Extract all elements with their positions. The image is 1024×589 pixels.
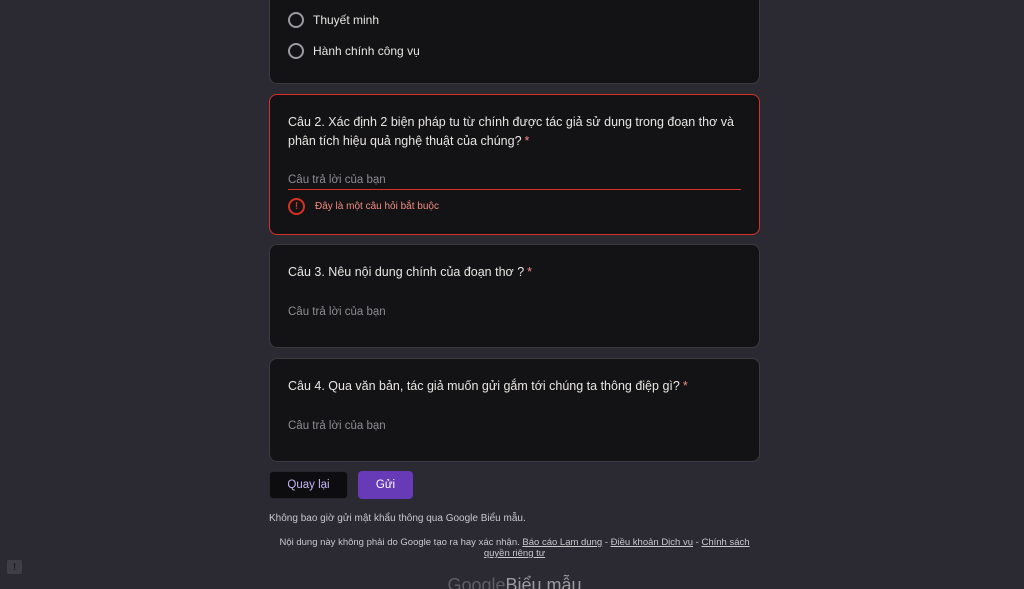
submit-button[interactable]: Gửi [358,471,413,499]
disclaimer-text: Nội dung này không phải do Google tạo ra… [279,537,520,548]
radio-label: Hành chính công vụ [313,44,420,58]
google-forms-logo[interactable]: GoogleBiểu mẫu [269,574,760,589]
error-text: Đây là một câu hỏi bắt buộc [315,201,439,212]
answer-input[interactable]: Câu trả lời của bạn [288,306,741,321]
required-asterisk: * [682,379,688,393]
error-icon: ! [288,198,305,215]
question-card-1: Thuyết minh Hành chính công vụ [269,0,760,84]
question-title: Câu 4. Qua văn bản, tác giả muốn gửi gắm… [288,377,741,396]
terms-link[interactable]: Điều khoản Dịch vụ [611,537,693,548]
logo-google: Google [447,575,506,589]
footer-disclaimer: Nội dung này không phải do Google tạo ra… [269,537,760,559]
radio-label: Thuyết minh [313,13,380,27]
question-title: Câu 3. Nêu nội dung chính của đoạn thơ ?… [288,263,741,282]
question-title: Câu 2. Xác định 2 biện pháp tu từ chính … [288,113,741,151]
separator: - [604,537,608,548]
report-feedback-icon[interactable]: ! [7,560,22,574]
radio-option-hanh-chinh-cong-vu[interactable]: Hành chính công vụ [288,43,420,59]
radio-circle-icon[interactable] [288,43,304,59]
question-card-4: Câu 4. Qua văn bản, tác giả muốn gửi gắm… [269,358,760,462]
radio-circle-icon[interactable] [288,12,304,28]
logo-forms: Biểu mẫu [505,575,582,589]
question-text: Câu 2. Xác định 2 biện pháp tu từ chính … [288,115,734,148]
question-card-2: Câu 2. Xác định 2 biện pháp tu từ chính … [269,94,760,235]
radio-option-thuyet-minh[interactable]: Thuyết minh [288,12,379,28]
answer-input[interactable]: Câu trả lời của bạn [288,420,741,435]
password-warning: Không bao giờ gửi mật khẩu thông qua Goo… [269,513,526,524]
answer-input[interactable]: Câu trả lời của bạn [288,174,741,190]
question-card-3: Câu 3. Nêu nội dung chính của đoạn thơ ?… [269,244,760,348]
back-button[interactable]: Quay lại [269,471,348,499]
separator: - [695,537,699,548]
required-asterisk: * [527,265,533,279]
report-abuse-link[interactable]: Báo cáo Lạm dụng [522,537,602,548]
question-text: Câu 3. Nêu nội dung chính của đoạn thơ ? [288,265,525,279]
form-page: Thuyết minh Hành chính công vụ Câu 2. Xá… [0,0,1024,589]
required-asterisk: * [524,134,530,148]
error-message: ! Đây là một câu hỏi bắt buộc [288,198,439,215]
question-text: Câu 4. Qua văn bản, tác giả muốn gửi gắm… [288,379,680,393]
